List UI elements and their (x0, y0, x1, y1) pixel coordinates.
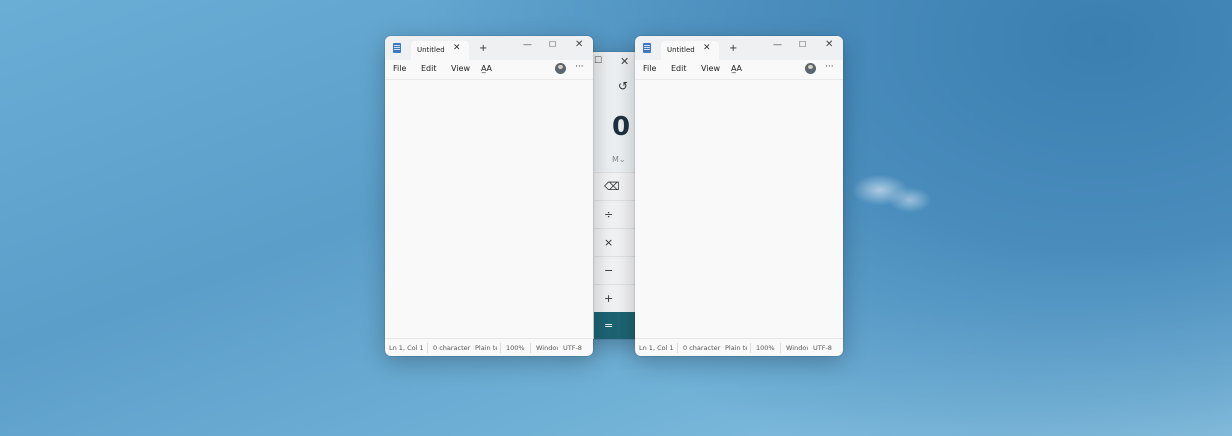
maximize-button[interactable]: ☐ (549, 40, 556, 49)
status-divider (530, 343, 531, 353)
memory-button[interactable]: M⌄ (612, 155, 626, 164)
status-bar: Ln 1, Col 1 0 character Plain text 100% … (385, 338, 593, 356)
text-format[interactable]: Plain text (725, 344, 747, 352)
font-settings-icon[interactable]: A̲A (731, 64, 742, 73)
minimize-button[interactable]: — (523, 40, 532, 50)
encoding[interactable]: UTF-8 (813, 344, 832, 352)
calculator-maximize-button[interactable]: ☐ (594, 56, 602, 66)
menu-file[interactable]: File (643, 64, 656, 73)
more-options-icon[interactable]: ··· (825, 62, 834, 72)
cursor-position: Ln 1, Col 1 (639, 344, 674, 352)
text-format[interactable]: Plain text (475, 344, 497, 352)
menu-edit[interactable]: Edit (671, 64, 687, 73)
notepad-app-icon (393, 43, 401, 53)
zoom-level[interactable]: 100% (756, 344, 775, 352)
status-divider (427, 343, 428, 353)
close-button[interactable]: ✕ (825, 39, 833, 50)
encoding[interactable]: UTF-8 (563, 344, 582, 352)
new-tab-button[interactable]: + (479, 43, 487, 54)
menu-view[interactable]: View (451, 64, 470, 73)
minimize-button[interactable]: — (773, 40, 782, 50)
maximize-button[interactable]: ☐ (799, 40, 806, 49)
tab-close-icon[interactable]: ✕ (703, 43, 711, 53)
close-button[interactable]: ✕ (575, 39, 583, 50)
notepad-tabbar: Untitled ✕ + — ☐ ✕ (635, 36, 843, 60)
font-settings-icon[interactable]: A̲A (481, 64, 492, 73)
character-count: 0 character (433, 344, 471, 352)
notepad-app-icon (643, 43, 651, 53)
more-options-icon[interactable]: ··· (575, 62, 584, 72)
status-bar: Ln 1, Col 1 0 character Plain text 100% … (635, 338, 843, 356)
text-editor[interactable] (635, 80, 843, 338)
menu-view[interactable]: View (701, 64, 720, 73)
notepad-window-left[interactable]: Untitled ✕ + — ☐ ✕ File Edit View A̲A ··… (385, 36, 593, 356)
menubar: File Edit View A̲A ··· (385, 60, 593, 80)
desktop-cloud (840, 150, 950, 230)
cursor-position: Ln 1, Col 1 (389, 344, 424, 352)
menu-edit[interactable]: Edit (421, 64, 437, 73)
status-divider (677, 343, 678, 353)
line-ending[interactable]: Windows (CRLF) (536, 344, 558, 352)
notepad-window-right[interactable]: Untitled ✕ + — ☐ ✕ File Edit View A̲A ··… (635, 36, 843, 356)
new-tab-button[interactable]: + (729, 43, 737, 54)
calculator-close-button[interactable]: ✕ (620, 55, 629, 68)
status-divider (780, 343, 781, 353)
menu-file[interactable]: File (393, 64, 406, 73)
line-ending[interactable]: Windows (CRLF) (786, 344, 808, 352)
character-count: 0 character (683, 344, 721, 352)
status-divider (750, 343, 751, 353)
history-icon[interactable]: ↺ (618, 79, 628, 93)
tab-title: Untitled (667, 46, 695, 54)
tab-title: Untitled (417, 46, 445, 54)
account-avatar[interactable] (555, 63, 566, 74)
account-avatar[interactable] (805, 63, 816, 74)
notepad-tabbar: Untitled ✕ + — ☐ ✕ (385, 36, 593, 60)
zoom-level[interactable]: 100% (506, 344, 525, 352)
menubar: File Edit View A̲A ··· (635, 60, 843, 80)
text-editor[interactable] (385, 80, 593, 338)
status-divider (500, 343, 501, 353)
tab-close-icon[interactable]: ✕ (453, 43, 461, 53)
calculator-display: 0 (612, 112, 631, 142)
